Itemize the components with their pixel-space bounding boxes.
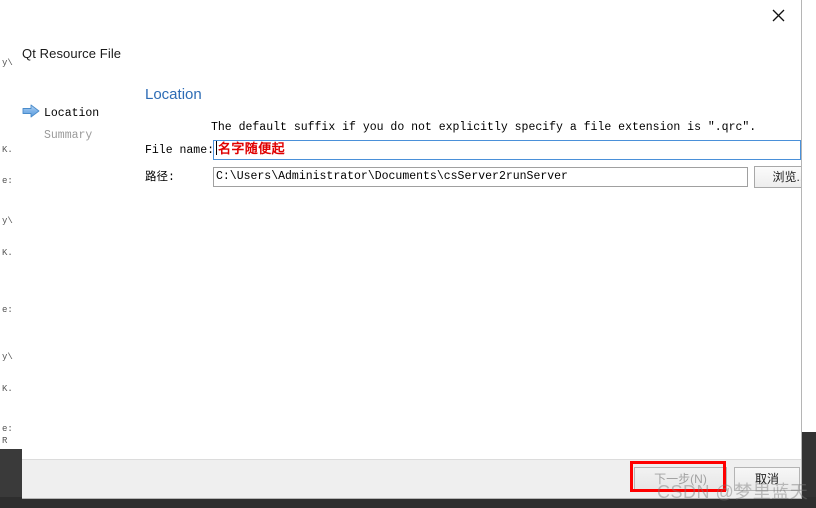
wizard-step-summary[interactable]: Summary xyxy=(44,124,154,146)
desktop-backdrop-right xyxy=(801,432,816,498)
close-icon[interactable] xyxy=(755,0,801,30)
file-name-input[interactable]: 名字随便起 xyxy=(213,140,801,160)
file-name-row: File name: 名字随便起 xyxy=(145,140,801,162)
background-text-fragment: y\ xyxy=(2,352,13,362)
background-text-fragment: e: xyxy=(2,424,13,434)
file-name-value: 名字随便起 xyxy=(218,142,286,157)
wizard-step-list: Location Summary xyxy=(22,102,154,146)
screen-root: y\ K. e: y\ K. e: y\ K. e: R Qt Resource… xyxy=(0,0,816,508)
background-editor-window: y\ K. e: y\ K. e: y\ K. e: R xyxy=(0,0,23,508)
blue-arrow-icon xyxy=(22,104,40,118)
background-text-fragment: K. xyxy=(2,145,13,155)
background-text-fragment: y\ xyxy=(2,216,13,226)
background-text-fragment: e: xyxy=(2,176,13,186)
qt-resource-file-wizard-dialog: Qt Resource File Location Summary Locati… xyxy=(22,0,802,499)
wizard-step-label: Location xyxy=(44,106,100,120)
path-label: 路径: xyxy=(145,171,175,184)
wizard-step-label: Summary xyxy=(44,128,93,142)
text-caret xyxy=(216,141,217,155)
default-suffix-hint: The default suffix if you do not explici… xyxy=(211,121,757,134)
path-row: 路径: C:\Users\Administrator\Documents\csS… xyxy=(145,166,801,189)
pane-heading: Location xyxy=(145,86,202,103)
background-text-fragment: R xyxy=(2,436,8,446)
background-text-fragment: K. xyxy=(2,248,13,258)
background-text-fragment: K. xyxy=(2,384,13,394)
next-button[interactable]: 下一步(N) xyxy=(634,467,727,491)
background-text-fragment: e: xyxy=(2,305,13,315)
page-title: Qt Resource File xyxy=(22,46,122,61)
browse-button[interactable]: 浏览... xyxy=(754,166,801,188)
wizard-step-location[interactable]: Location xyxy=(22,102,154,124)
cancel-button[interactable]: 取消 xyxy=(734,467,800,491)
background-text-fragment: y\ xyxy=(2,58,13,68)
file-name-label: File name: xyxy=(145,144,215,157)
dialog-titlebar xyxy=(22,0,801,30)
dialog-button-bar: 下一步(N) 取消 xyxy=(22,459,801,498)
path-input[interactable]: C:\Users\Administrator\Documents\csServe… xyxy=(213,167,748,187)
